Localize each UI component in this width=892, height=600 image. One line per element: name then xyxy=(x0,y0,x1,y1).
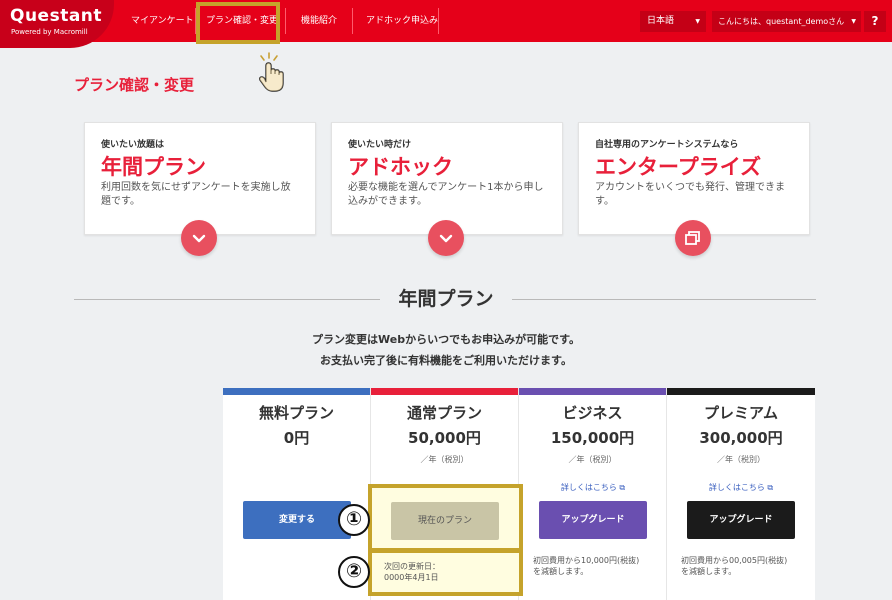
chevron-down-button[interactable] xyxy=(181,220,217,256)
plan-color-bar xyxy=(371,388,518,395)
details-link-label: 詳しくはこちら xyxy=(560,483,617,492)
external-window-icon: ⧉ xyxy=(767,483,774,492)
nav-divider xyxy=(285,8,286,34)
external-window-icon xyxy=(685,231,700,245)
plan-note: 初回費用から10,000円(税抜) を減額します。 xyxy=(533,555,639,577)
plan-note-line2: を減額します。 xyxy=(533,567,589,576)
details-link[interactable]: 詳しくはこちら ⧉ xyxy=(519,482,667,493)
logo-subtext: Powered by Macromill xyxy=(11,28,88,36)
chevron-down-icon xyxy=(192,234,206,243)
plan-color-bar xyxy=(223,388,370,395)
plan-color-bar xyxy=(519,388,666,395)
external-window-icon: ⧉ xyxy=(619,483,626,492)
nav-my-survey[interactable]: マイアンケート xyxy=(131,0,194,42)
chevron-down-icon xyxy=(439,234,453,243)
upgrade-button-business[interactable]: アップグレード xyxy=(539,501,647,539)
card-title: 年間プラン xyxy=(101,155,206,179)
renewal-label: 次回の更新日： xyxy=(384,562,440,571)
plan-price: 150,000円 xyxy=(550,429,635,447)
card-enterprise[interactable]: 自社専用のアンケートシステムなら エンタープライズ アカウントをいくつでも発行、… xyxy=(578,122,810,235)
plan-price: 300,000円 xyxy=(699,429,783,447)
plan-name: 無料プラン xyxy=(258,404,334,422)
help-button[interactable]: ? xyxy=(864,11,886,32)
user-menu[interactable]: こんにちは、questant_demoさん ▼ xyxy=(712,11,861,32)
nav-divider xyxy=(352,8,353,34)
plan-note: 初回費用から00,005円(税抜) を減額します。 xyxy=(681,555,787,577)
card-description: 必要な機能を選んでアンケート1本から申し込みができます。 xyxy=(348,182,544,207)
plan-price-unit: ／年（税別） xyxy=(568,455,617,464)
pointing-hand-icon xyxy=(258,52,284,92)
caret-down-icon: ▼ xyxy=(851,18,856,25)
plan-price: 50,000円 xyxy=(408,429,481,447)
section-intro-line1: プラン変更はWebからいつでもお申込みが可能です。 xyxy=(312,333,580,346)
plan-name: ビジネス xyxy=(562,404,623,422)
plan-note-line1: 初回費用から10,000円(税抜) xyxy=(533,556,640,565)
plan-name: 通常プラン xyxy=(406,404,482,422)
section-intro-line2: お支払い完了後に有料機能をご利用いただけます。 xyxy=(320,354,572,367)
plan-note-line1: 初回費用から00,005円(税抜) xyxy=(681,556,788,565)
upgrade-button-premium[interactable]: アップグレード xyxy=(687,501,795,539)
current-plan-button[interactable]: 現在のプラン xyxy=(391,502,499,540)
card-subtitle: 使いたい放題は xyxy=(101,140,165,150)
section-title: 年間プラン xyxy=(398,288,494,310)
change-plan-button[interactable]: 変更する xyxy=(243,501,351,539)
user-greeting: こんにちは、questant_demoさん xyxy=(718,17,845,26)
chevron-down-button[interactable] xyxy=(428,220,464,256)
card-title: エンタープライズ xyxy=(595,155,762,179)
nav-divider xyxy=(438,8,439,34)
page-title: プラン確認・変更 xyxy=(74,76,195,94)
plan-note-line2: を減額します。 xyxy=(681,567,737,576)
renewal-note: 次回の更新日： 0000年4月1日 xyxy=(384,561,440,583)
renewal-date-highlight: 次回の更新日： 0000年4月1日 xyxy=(368,549,523,596)
renewal-date: 0000年4月1日 xyxy=(384,573,439,582)
card-title: アドホック xyxy=(348,155,453,179)
plan-price-unit: ／年（税別） xyxy=(420,455,469,464)
current-plan-highlight: 現在のプラン xyxy=(368,484,523,552)
card-subtitle: 使いたい時だけ xyxy=(348,140,412,150)
callout-number-1: ① xyxy=(338,504,370,536)
plan-name: プレミアム xyxy=(704,404,778,422)
plan-column-business: ビジネス 150,000円 ／年（税別） 詳しくはこちら ⧉ アップグレード 初… xyxy=(519,388,667,600)
card-adhoc[interactable]: 使いたい時だけ アドホック 必要な機能を選んでアンケート1本から申し込みができま… xyxy=(331,122,563,235)
plan-color-bar xyxy=(667,388,815,395)
nav-adhoc[interactable]: アドホック申込み xyxy=(366,0,438,42)
details-link[interactable]: 詳しくはこちら ⧉ xyxy=(667,482,815,493)
card-description: 利用回数を気にせずアンケートを実施し放題です。 xyxy=(101,182,291,207)
plan-column-premium: プレミアム 300,000円 ／年（税別） 詳しくはこちら ⧉ アップグレード … xyxy=(667,388,815,600)
nav-highlight-box xyxy=(196,2,280,44)
nav-features[interactable]: 機能紹介 xyxy=(301,0,337,42)
external-link-button[interactable] xyxy=(675,220,711,256)
card-description: アカウントをいくつでも発行、管理できます。 xyxy=(595,182,785,207)
card-subtitle: 自社専用のアンケートシステムなら xyxy=(595,140,739,150)
caret-down-icon: ▼ xyxy=(695,18,700,25)
plan-price-unit: ／年（税別） xyxy=(717,455,765,464)
callout-number-2: ② xyxy=(338,556,370,588)
language-select[interactable]: 日本語 ▼ xyxy=(640,11,706,32)
logo-text: Questant xyxy=(10,6,103,26)
details-link-label: 詳しくはこちら xyxy=(708,483,765,492)
card-annual-plan[interactable]: 使いたい放題は 年間プラン 利用回数を気にせずアンケートを実施し放題です。 xyxy=(84,122,316,235)
language-label: 日本語 xyxy=(647,16,675,26)
plan-price: 0円 xyxy=(283,429,310,447)
